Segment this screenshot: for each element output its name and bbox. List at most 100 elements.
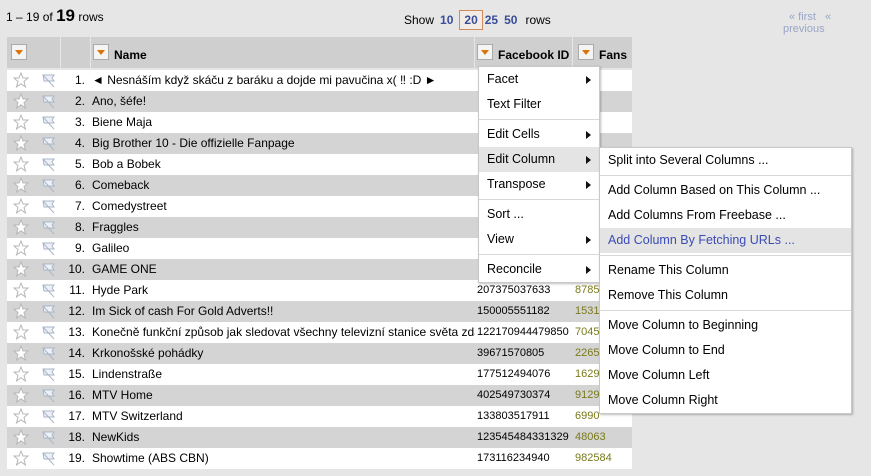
star-icon[interactable] <box>12 365 30 383</box>
cell-facebook-id[interactable]: 177512494076 <box>475 364 573 385</box>
menu-item-text-filter[interactable]: Text Filter <box>479 92 599 117</box>
cell-fans[interactable]: 982584 <box>573 448 632 469</box>
flag-icon[interactable] <box>41 198 57 214</box>
submenu-item-move-column-right[interactable]: Move Column Right <box>600 388 851 413</box>
page-size-10[interactable]: 10 <box>440 13 453 27</box>
submenu-item-move-column-to-end[interactable]: Move Column to End <box>600 338 851 363</box>
flag-icon[interactable] <box>41 261 57 277</box>
star-cell <box>7 112 35 133</box>
cell-name[interactable]: MTV Switzerland <box>91 406 475 427</box>
star-icon[interactable] <box>12 323 30 341</box>
flag-icon[interactable] <box>41 114 57 130</box>
cell-facebook-id[interactable]: 133803517911 <box>475 406 573 427</box>
star-icon[interactable] <box>12 260 30 278</box>
cell-facebook-id[interactable]: 150005551182 <box>475 301 573 322</box>
cell-facebook-id[interactable]: 402549730374 <box>475 385 573 406</box>
flag-icon[interactable] <box>41 366 57 382</box>
page-size-25[interactable]: 25 <box>485 13 498 27</box>
submenu-item-move-column-to-beginning[interactable]: Move Column to Beginning <box>600 313 851 338</box>
star-icon[interactable] <box>12 176 30 194</box>
page-size-20[interactable]: 20 <box>459 10 483 30</box>
star-icon[interactable] <box>12 302 30 320</box>
cell-name[interactable]: Comedystreet <box>91 196 475 217</box>
star-icon[interactable] <box>12 407 30 425</box>
cell-name[interactable]: Lindenstraße <box>91 364 475 385</box>
star-icon[interactable] <box>12 386 30 404</box>
submenu-item-rename-this-column[interactable]: Rename This Column <box>600 258 851 283</box>
cell-name[interactable]: Fraggles <box>91 217 475 238</box>
flag-icon[interactable] <box>41 240 57 256</box>
flag-icon[interactable] <box>41 72 57 88</box>
page-size-50[interactable]: 50 <box>504 13 517 27</box>
submenu-item-add-column-based-on-this-column[interactable]: Add Column Based on This Column ... <box>600 178 851 203</box>
cell-name[interactable]: Biene Maja <box>91 112 475 133</box>
flag-icon[interactable] <box>41 135 57 151</box>
cell-facebook-id[interactable]: 122170944479850 <box>475 322 573 343</box>
cell-facebook-id[interactable]: 39671570805 <box>475 343 573 364</box>
fans-column-dropdown[interactable] <box>578 44 594 60</box>
submenu-item-move-column-left[interactable]: Move Column Left <box>600 363 851 388</box>
menu-item-facet[interactable]: Facet <box>479 67 599 92</box>
flag-icon[interactable] <box>41 450 57 466</box>
name-column-dropdown[interactable] <box>93 44 109 60</box>
cell-facebook-id[interactable]: 207375037633 <box>475 280 573 301</box>
star-icon[interactable] <box>12 344 30 362</box>
cell-name[interactable]: Krkonošské pohádky <box>91 343 475 364</box>
flag-icon[interactable] <box>41 93 57 109</box>
cell-facebook-id[interactable]: 123545484331329 <box>475 427 573 448</box>
flag-icon[interactable] <box>41 219 57 235</box>
cell-name[interactable]: Im Sick of cash For Gold Adverts!! <box>91 301 475 322</box>
cell-name[interactable]: Konečně funkční způsob jak sledovat všec… <box>91 322 475 343</box>
pager-first-link[interactable]: « first <box>789 11 816 23</box>
cell-name[interactable]: Big Brother 10 - Die offizielle Fanpage <box>91 133 475 154</box>
flag-icon[interactable] <box>41 408 57 424</box>
cell-name[interactable]: Bob a Bobek <box>91 154 475 175</box>
menu-item-view[interactable]: View <box>479 227 599 252</box>
star-icon[interactable] <box>12 92 30 110</box>
cell-name[interactable]: Ano, šéfe! <box>91 91 475 112</box>
star-icon[interactable] <box>12 155 30 173</box>
star-icon[interactable] <box>12 281 30 299</box>
cell-name[interactable]: ◄ Nesnáším když skáču z baráku a dojde m… <box>91 70 475 91</box>
flag-icon[interactable] <box>41 282 57 298</box>
all-column-dropdown[interactable] <box>11 44 27 60</box>
star-icon[interactable] <box>12 113 30 131</box>
menu-item-reconcile[interactable]: Reconcile <box>479 257 599 282</box>
facebook-id-column-dropdown[interactable] <box>477 44 493 60</box>
menu-item-edit-column[interactable]: Edit Column <box>479 147 599 172</box>
flag-icon[interactable] <box>41 303 57 319</box>
flag-icon[interactable] <box>41 324 57 340</box>
menu-separator <box>600 255 851 256</box>
cell-name[interactable]: Comeback <box>91 175 475 196</box>
flag-icon[interactable] <box>41 156 57 172</box>
cell-name[interactable]: Galileo <box>91 238 475 259</box>
star-icon[interactable] <box>12 428 30 446</box>
star-icon[interactable] <box>12 197 30 215</box>
submenu-item-remove-this-column[interactable]: Remove This Column <box>600 283 851 308</box>
star-icon[interactable] <box>12 218 30 236</box>
cell-name[interactable]: Showtime (ABS CBN) <box>91 448 475 469</box>
cell-facebook-id[interactable]: 173116234940 <box>475 448 573 469</box>
submenu-item-split-into-several-columns[interactable]: Split into Several Columns ... <box>600 148 851 173</box>
index-column-header <box>61 37 91 68</box>
flag-icon[interactable] <box>41 387 57 403</box>
star-icon[interactable] <box>12 239 30 257</box>
cell-name[interactable]: NewKids <box>91 427 475 448</box>
menu-item-sort[interactable]: Sort ... <box>479 202 599 227</box>
menu-item-transpose[interactable]: Transpose <box>479 172 599 197</box>
star-icon[interactable] <box>12 449 30 467</box>
flag-icon[interactable] <box>41 429 57 445</box>
menu-item-edit-cells[interactable]: Edit Cells <box>479 122 599 147</box>
cell-fans[interactable]: 48063 <box>573 427 632 448</box>
cell-name[interactable]: MTV Home <box>91 385 475 406</box>
flag-icon[interactable] <box>41 345 57 361</box>
submenu-item-add-columns-from-freebase[interactable]: Add Columns From Freebase ... <box>600 203 851 228</box>
pager: « first « previous <box>783 11 871 35</box>
star-icon[interactable] <box>12 71 30 89</box>
cell-name[interactable]: GAME ONE <box>91 259 475 280</box>
submenu-item-add-column-by-fetching-urls[interactable]: Add Column By Fetching URLs ... <box>600 228 851 253</box>
cell-name[interactable]: Hyde Park <box>91 280 475 301</box>
flag-icon[interactable] <box>41 177 57 193</box>
star-icon[interactable] <box>12 134 30 152</box>
star-cell <box>7 364 35 385</box>
